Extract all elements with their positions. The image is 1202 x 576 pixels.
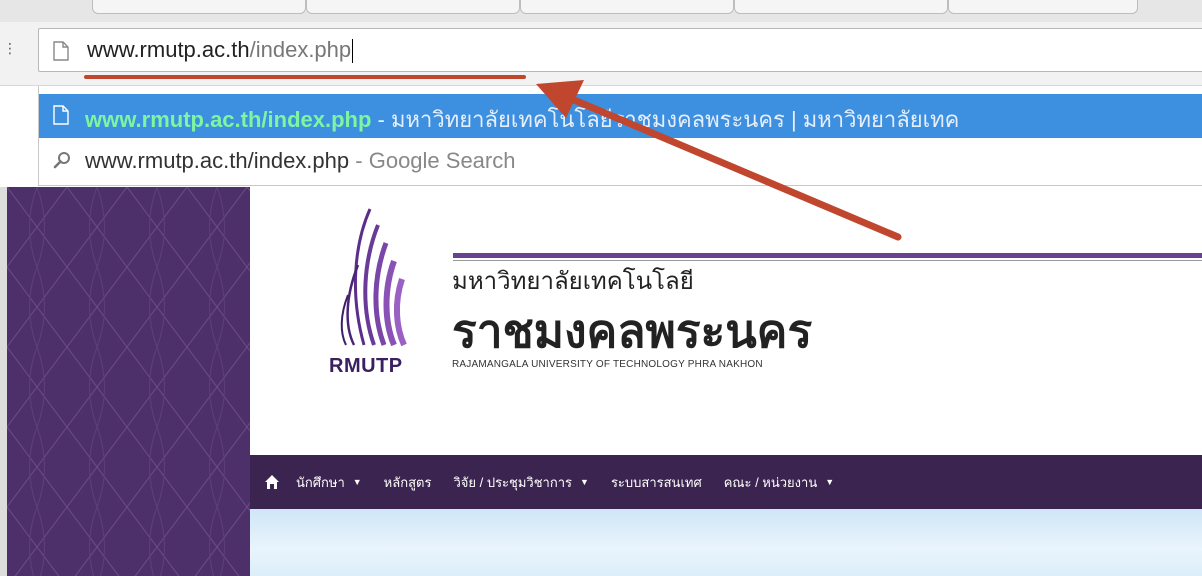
nav-item-curriculum[interactable]: หลักสูตร (384, 472, 432, 493)
suggestion-item[interactable]: www.rmutp.ac.th/index.php - Google Searc… (39, 140, 1202, 184)
side-pattern (7, 187, 250, 576)
page-icon (53, 105, 69, 125)
chevron-down-icon: ▼ (580, 477, 589, 487)
header-divider (453, 253, 1202, 258)
omnibox-dropdown: www.rmutp.ac.th/index.php - มหาวิทยาลัยเ… (38, 86, 1202, 186)
lattice-pattern (7, 187, 250, 576)
chevron-down-icon: ▼ (825, 477, 835, 487)
suggestion-url: www.rmutp.ac.th/index.php (85, 148, 350, 173)
hero-banner (250, 509, 1202, 576)
browser-tab[interactable] (306, 0, 520, 14)
nav-item-students[interactable]: นักศึกษา ▼ (296, 472, 362, 493)
suggestion-description: Google Search (368, 148, 516, 173)
browser-tab[interactable] (734, 0, 948, 14)
address-bar[interactable]: www.rmutp.ac.th/index.php (38, 28, 1202, 72)
tab-strip (0, 0, 1202, 22)
search-icon (53, 152, 70, 169)
page-icon (53, 41, 69, 61)
suggestion-item[interactable]: www.rmutp.ac.th/index.php - มหาวิทยาลัยเ… (39, 94, 1202, 138)
nav-label: ระบบสารสนเทศ (610, 474, 702, 490)
university-name-line2: ราชมงคลพระนคร (452, 305, 813, 357)
text-caret (352, 39, 354, 64)
home-icon[interactable] (264, 474, 280, 490)
nav-item-information-systems[interactable]: ระบบสารสนเทศ (611, 472, 702, 493)
url-host: www.rmutp.ac.th (87, 37, 250, 62)
nav-item-faculties[interactable]: คณะ / หน่วยงาน ▼ (724, 472, 834, 493)
nav-label: วิจัย / ประชุมวิชาการ (453, 474, 573, 490)
university-name-english: RAJAMANGALA UNIVERSITY OF TECHNOLOGY PHR… (452, 359, 763, 370)
address-bar-text[interactable]: www.rmutp.ac.th/index.php (87, 37, 354, 64)
suggestion-separator: - (355, 148, 363, 173)
nav-label: นักศึกษา (296, 474, 345, 490)
nav-item-research[interactable]: วิจัย / ประชุมวิชาการ ▼ (453, 472, 588, 493)
nav-label: หลักสูตร (383, 474, 432, 490)
web-page: RMUTP มหาวิทยาลัยเทคโนโลยี ราชมงคลพระนคร… (0, 187, 1202, 576)
suggestion-url: www.rmutp.ac.th/index.php (85, 107, 372, 132)
window-border (0, 187, 7, 576)
rmutp-logo[interactable] (324, 205, 444, 355)
site-navbar: นักศึกษา ▼ หลักสูตร วิจัย / ประชุมวิชาการ… (250, 455, 1202, 509)
url-path: /index.php (249, 37, 352, 62)
nav-label: คณะ / หน่วยงาน (723, 474, 818, 490)
browser-tab[interactable] (520, 0, 734, 14)
suggestion-separator: - (377, 107, 385, 132)
chevron-down-icon: ▼ (352, 477, 362, 487)
browser-toolbar: ⋮ www.rmutp.ac.th/index.php (0, 22, 1202, 86)
browser-tab[interactable] (92, 0, 306, 14)
logo-wordmark: RMUTP (329, 355, 403, 377)
grip-icon: ⋮ (3, 40, 17, 56)
suggestion-description: มหาวิทยาลัยเทคโนโลยีราชมงคลพระนคร | มหาว… (391, 107, 960, 132)
browser-tab[interactable] (948, 0, 1138, 14)
